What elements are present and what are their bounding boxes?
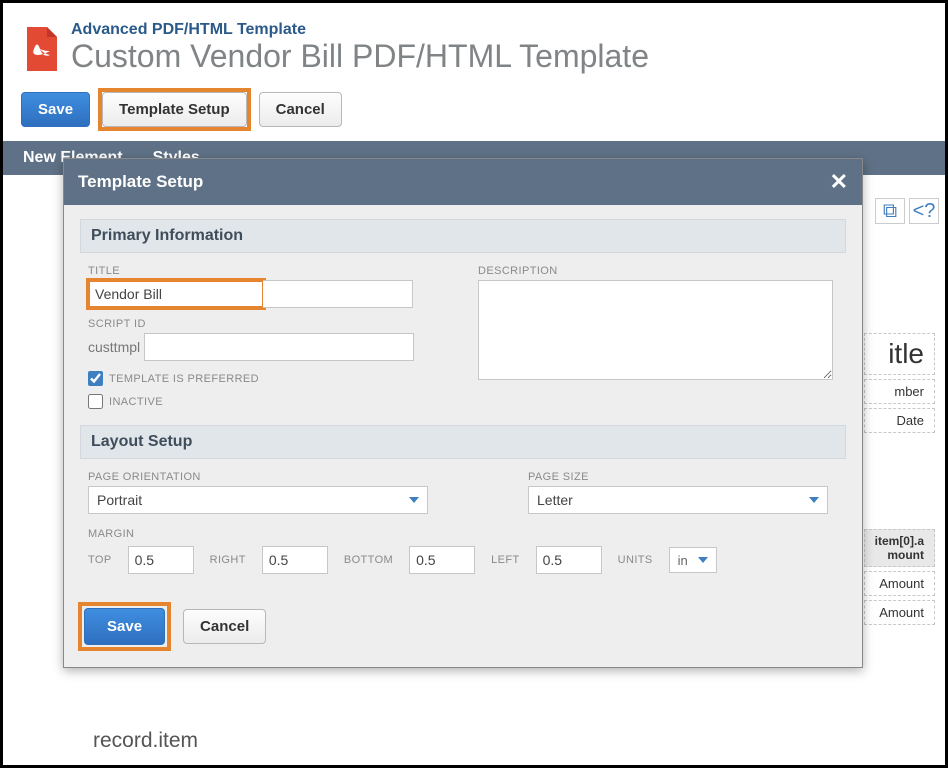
label-margin-bottom: BOTTOM <box>344 554 393 566</box>
margin-units-select[interactable]: in <box>669 547 717 573</box>
preview-row-amount: Amount <box>864 571 935 596</box>
label-page-size: PAGE SIZE <box>528 471 838 483</box>
page-orientation-select[interactable]: Portrait <box>88 486 428 514</box>
chevron-down-icon <box>698 557 708 563</box>
preview-cell-title: itle <box>864 333 935 375</box>
section-primary-information: Primary Information <box>80 219 846 253</box>
dialog-cancel-button[interactable]: Cancel <box>183 609 266 644</box>
preview-cell-number: mber <box>864 379 935 404</box>
dialog-title: Template Setup <box>78 172 203 192</box>
pdf-icon <box>21 25 61 73</box>
template-preferred-input[interactable] <box>88 371 103 386</box>
margin-left-input[interactable] <box>536 546 602 574</box>
page-size-select[interactable]: Letter <box>528 486 828 514</box>
label-title: TITLE <box>88 265 448 277</box>
dialog-save-button[interactable]: Save <box>84 608 165 645</box>
chevron-down-icon <box>409 497 419 503</box>
label-margin-top: TOP <box>88 554 112 566</box>
template-setup-button[interactable]: Template Setup <box>102 92 247 127</box>
description-textarea[interactable] <box>478 280 833 380</box>
breadcrumb[interactable]: Advanced PDF/HTML Template <box>71 21 649 39</box>
section-layout-setup: Layout Setup <box>80 425 846 459</box>
margin-bottom-input[interactable] <box>409 546 475 574</box>
inactive-input[interactable] <box>88 394 103 409</box>
chevron-down-icon <box>809 497 819 503</box>
margin-right-input[interactable] <box>262 546 328 574</box>
page-title: Custom Vendor Bill PDF/HTML Template <box>71 39 649 74</box>
title-input[interactable] <box>88 280 264 308</box>
preview-cell-date: Date <box>864 408 935 433</box>
preview-row-amount: Amount <box>864 600 935 625</box>
template-preferred-checkbox[interactable]: TEMPLATE IS PREFERRED <box>88 371 448 386</box>
template-setup-dialog: Template Setup ✕ Primary Information TIT… <box>63 158 863 668</box>
layout-view-icon[interactable]: ⧉ <box>875 198 905 224</box>
label-script-id: SCRIPT ID <box>88 318 448 330</box>
script-id-input[interactable] <box>144 333 414 361</box>
canvas-preview: itle mber Date item[0].a mount Amount Am… <box>864 333 935 629</box>
preview-col-header: item[0].a mount <box>864 529 935 567</box>
label-page-orientation: PAGE ORIENTATION <box>88 471 428 483</box>
close-icon[interactable]: ✕ <box>830 169 848 195</box>
label-margin-right: RIGHT <box>210 554 246 566</box>
script-id-prefix: custtmpl <box>88 339 140 355</box>
save-button[interactable]: Save <box>21 92 90 127</box>
label-margin-units: UNITS <box>618 554 653 566</box>
inactive-checkbox[interactable]: INACTIVE <box>88 394 448 409</box>
source-view-icon[interactable]: <? <box>909 198 939 224</box>
cancel-button[interactable]: Cancel <box>259 92 342 127</box>
margin-top-input[interactable] <box>128 546 194 574</box>
label-margin-left: LEFT <box>491 554 520 566</box>
label-description: DESCRIPTION <box>478 265 838 277</box>
label-margin: MARGIN <box>88 528 838 540</box>
preview-bottom-text: record.item <box>93 729 198 753</box>
